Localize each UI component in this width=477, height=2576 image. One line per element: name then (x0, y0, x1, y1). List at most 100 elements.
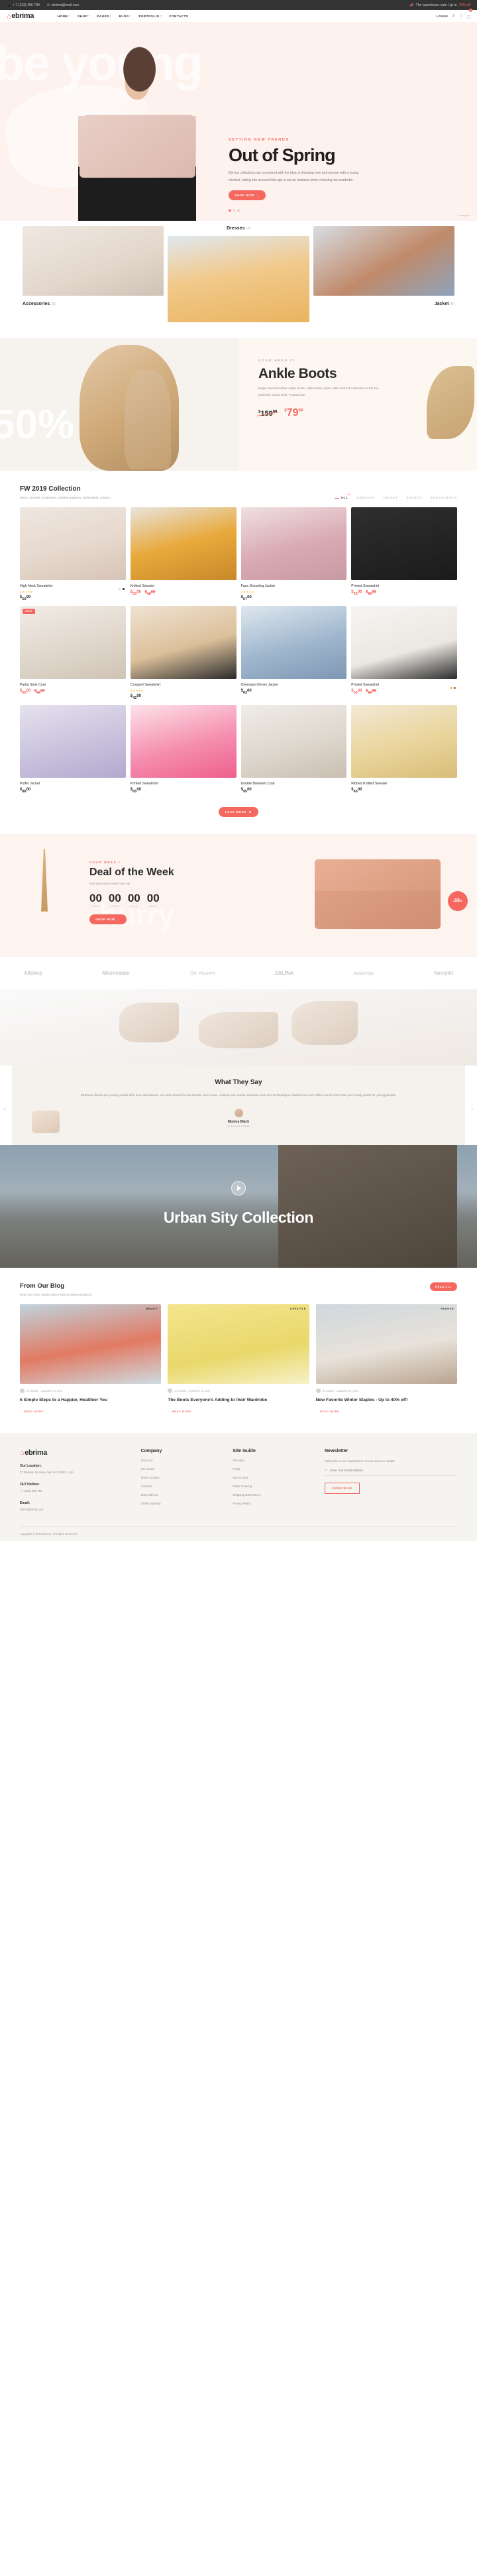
product-image[interactable] (20, 704, 126, 778)
brand-logo-4[interactable]: ZALINA (275, 970, 293, 976)
cart-button[interactable]: ⛶ 0 (468, 9, 472, 22)
product-card[interactable]: Puffer Jacket $8800 (20, 704, 126, 794)
post-title[interactable]: New Favorite Winter Staples - Up to 40% … (316, 1397, 457, 1404)
footer-company-link-1[interactable]: About Us (140, 1459, 223, 1462)
topbar-phone[interactable]: 📱 + 7 (123) 456 789 (7, 3, 40, 7)
footer-guide-link-2[interactable]: FAQs (233, 1467, 315, 1471)
footer-company-link-5[interactable]: Work with Us (140, 1493, 223, 1497)
slider-dot-1[interactable] (229, 209, 231, 212)
filter-sweatshirts[interactable]: SWEATSHIRTS (431, 496, 457, 499)
footer-email-value[interactable]: ebrima@mail.com (20, 1507, 131, 1512)
product-card[interactable]: High Neck Sweatshirt ★★★★★ $5999 (20, 507, 126, 601)
post-title[interactable]: 5 Simple Steps to a Happier, Healthier Y… (20, 1397, 161, 1404)
category-label: Jacket (6) (313, 302, 454, 306)
footer-logo[interactable]: ⌂ ebrima (20, 1449, 131, 1457)
blog-post-card[interactable]: FASHION BY ADMIN / JANUARY 14, 2020 New … (315, 1304, 457, 1416)
product-card[interactable]: Printed Sweatshirt $6500 (130, 704, 237, 794)
footer-company-link-6[interactable]: Orders tracking (140, 1502, 223, 1505)
slider-dot-3[interactable] (237, 209, 240, 212)
nav-item-portfolio[interactable]: PORTFOLIO ▾ (138, 15, 162, 18)
nav-item-contacts[interactable]: CONTACTS (169, 15, 188, 18)
slider-dot-2[interactable] (233, 209, 235, 212)
plus-icon: ⊕ (248, 810, 252, 814)
product-card[interactable]: Printed Sweatshirt $6500 $5500 (351, 605, 457, 700)
nav-item-home[interactable]: HOME ▾ (58, 15, 70, 18)
brand-logo-1[interactable]: Allshop (24, 970, 42, 976)
category-card-jacket[interactable]: Jacket (6) (313, 226, 454, 322)
product-image[interactable] (351, 507, 457, 580)
color-swatch-1[interactable] (119, 587, 121, 590)
topbar-promo[interactable]: 📣 The warehouse sale. Up to 70% off (409, 3, 470, 7)
product-card[interactable]: Printed Sweatshirt $6500 $5500 (351, 507, 457, 601)
newsletter-subscribe-button[interactable]: SUBSCRIBE (325, 1482, 360, 1494)
blog-post-card[interactable]: BEAUTY BY ADMIN / JANUARY 14, 2020 5 Sim… (20, 1304, 162, 1416)
product-card[interactable]: Faux Shearling Jacket ★★★★★ $6700 (240, 507, 347, 601)
product-image[interactable] (130, 704, 237, 778)
color-swatch-2[interactable] (122, 587, 125, 590)
product-image[interactable] (240, 605, 347, 679)
brand-logo-6[interactable]: fancykit (434, 970, 453, 976)
product-image[interactable] (240, 507, 347, 580)
hero-shop-now-button[interactable]: SHOP NOW → (229, 190, 266, 200)
product-card[interactable]: Knitted Sweater $2000 $1800 (130, 507, 237, 601)
footer-guide-link-5[interactable]: Shipping and Returns (233, 1493, 315, 1497)
brand-logo-2[interactable]: Microvaaze (102, 970, 129, 976)
post-title[interactable]: The Boots Everyone's Adding to their War… (168, 1397, 309, 1404)
product-card[interactable]: Oversized Denim Jacket $6200 (240, 605, 347, 700)
heart-icon[interactable]: ♡ (459, 14, 462, 19)
product-image[interactable] (130, 507, 237, 580)
post-image[interactable]: LIFESTYLE (168, 1304, 309, 1384)
footer-guide-link-3[interactable]: My Account (233, 1476, 315, 1479)
post-read-more-link[interactable]: → READ MORE (20, 1410, 44, 1413)
footer-company-link-2[interactable]: Our Studio (140, 1467, 223, 1471)
load-more-button[interactable]: LOAD MORE ⊕ (218, 806, 259, 817)
product-image[interactable] (351, 704, 457, 778)
login-link[interactable]: LOGIN (437, 15, 448, 18)
brand-logo-5[interactable]: modernize (353, 970, 374, 976)
category-card-dresses[interactable]: Dresses (3) (168, 226, 309, 322)
logo[interactable]: ⌂ ebrima (7, 12, 34, 20)
footer-guide-link-1[interactable]: The Blog (233, 1459, 315, 1462)
footer-company-link-3[interactable]: Store Location (140, 1476, 223, 1479)
post-read-more-link[interactable]: → READ MORE (168, 1410, 191, 1413)
product-image[interactable]: SALE (20, 605, 126, 679)
blog-read-all-button[interactable]: READ ALL (430, 1282, 457, 1292)
filter-jacket[interactable]: JACKET (383, 496, 398, 499)
footer-guide-link-4[interactable]: Order Tracking (233, 1485, 315, 1488)
brand-logo-3[interactable]: The Weavers (189, 970, 215, 976)
category-card-accessories[interactable]: Accessories (1) (23, 226, 164, 322)
product-image[interactable] (130, 605, 237, 679)
blog-post-card[interactable]: LIFESTYLE BY ADMIN / JANUARY 14, 2020 Th… (168, 1304, 309, 1416)
filter-all[interactable]: ALL 12 (334, 493, 350, 499)
product-image[interactable] (20, 507, 126, 580)
product-card[interactable]: Double Breasted Coat $9500 (240, 704, 347, 794)
deal-shop-now-button[interactable]: SHOP NOW → (89, 914, 127, 924)
color-swatch-2[interactable] (454, 686, 456, 689)
color-swatch-1[interactable] (450, 686, 452, 689)
footer-company-link-4[interactable]: Contacts (140, 1485, 223, 1488)
newsletter-email-input[interactable] (330, 1469, 457, 1473)
filter-shorts[interactable]: SHORTS (406, 496, 421, 499)
testimonial-next-arrow[interactable]: › (471, 1105, 473, 1112)
product-card[interactable]: Ribbed Knitted Sweater $4500 (351, 704, 457, 794)
post-read-more-link[interactable]: → READ MORE (316, 1410, 340, 1413)
post-image[interactable]: FASHION (315, 1304, 457, 1384)
footer-guide-link-6[interactable]: Privacy Policy (233, 1502, 315, 1505)
hero-slider-dots[interactable] (229, 209, 240, 212)
chevron-down-icon: ▾ (160, 15, 162, 17)
play-icon (237, 1186, 241, 1192)
testimonial-prev-arrow[interactable]: ‹ (4, 1105, 6, 1112)
filter-dresses[interactable]: DRESSES (356, 496, 374, 499)
product-card[interactable]: SALE Parka Style Coat $6800 $5400 (20, 605, 126, 700)
post-image[interactable]: BEAUTY (20, 1304, 162, 1384)
nav-item-blog[interactable]: BLOG ▾ (119, 15, 132, 18)
footer-hotline-value[interactable]: +7 (123) 456 789 (20, 1489, 131, 1494)
nav-item-pages[interactable]: PAGES ▾ (97, 15, 112, 18)
search-icon[interactable]: ⌕ (452, 14, 454, 19)
product-image[interactable] (240, 704, 347, 778)
product-card[interactable]: Cropped Sweatshirt ★★★★★ $4200 (130, 605, 237, 700)
product-image[interactable] (351, 605, 457, 679)
nav-item-shop[interactable]: SHOP ▾ (78, 15, 90, 18)
play-button[interactable] (231, 1181, 246, 1196)
topbar-email[interactable]: ✉ ebrima@mail.com (47, 3, 80, 7)
